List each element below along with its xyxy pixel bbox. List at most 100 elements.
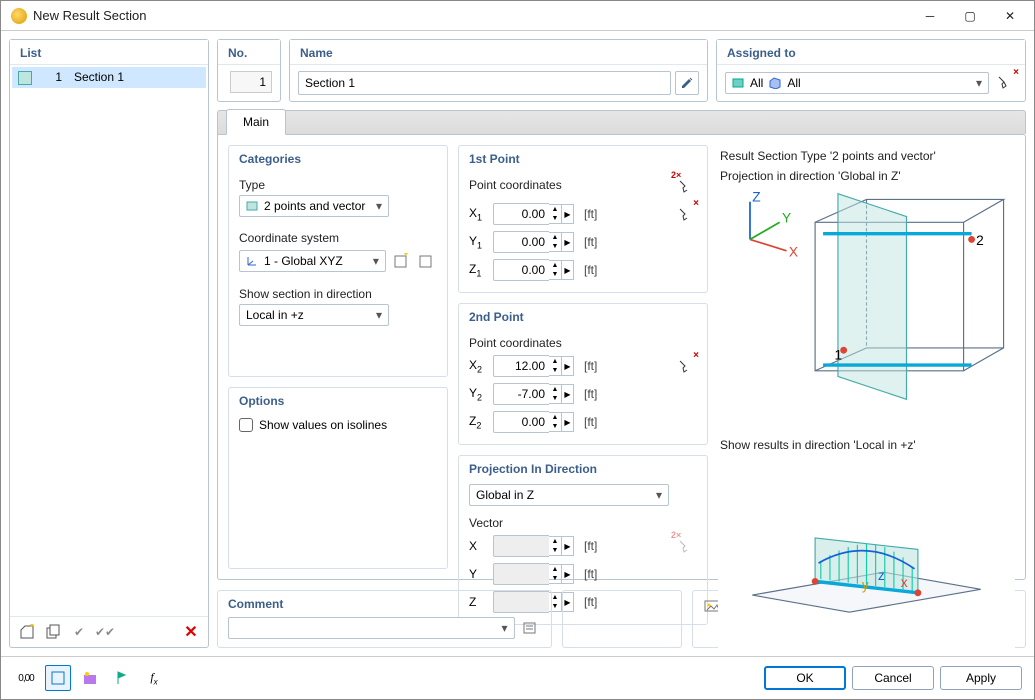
type-label: Type: [239, 178, 437, 192]
assigned-pick-button[interactable]: [993, 71, 1017, 95]
chevron-down-icon: ▾: [376, 199, 382, 213]
preview-title-1: Result Section Type '2 points and vector…: [718, 145, 1015, 169]
y2-spinner[interactable]: ▲▼: [549, 384, 562, 404]
show-direction-select[interactable]: Local in +z ▾: [239, 304, 389, 326]
new-item-button[interactable]: [16, 621, 38, 643]
surface-icon: [732, 77, 744, 89]
point1-header: 1st Point: [459, 146, 707, 170]
name-input[interactable]: [298, 71, 671, 95]
pick-point2-button[interactable]: [673, 354, 697, 378]
no-panel: No. 1: [217, 39, 281, 102]
z1-input[interactable]: [493, 259, 549, 281]
tab-strip: Main: [217, 110, 1026, 134]
apply-button[interactable]: Apply: [940, 666, 1022, 690]
cancel-button[interactable]: Cancel: [852, 666, 934, 690]
new-coord-button[interactable]: [390, 250, 412, 272]
delete-button[interactable]: ✕: [180, 621, 202, 643]
app-icon: [11, 8, 27, 24]
render-button[interactable]: [77, 665, 103, 691]
isolines-checkbox[interactable]: [239, 418, 253, 432]
accept-button[interactable]: ✔: [68, 621, 90, 643]
list-item[interactable]: 1 Section 1: [12, 67, 206, 88]
x2-spinner[interactable]: ▲▼: [549, 356, 562, 376]
minimize-button[interactable]: ─: [910, 2, 950, 30]
z1-menu[interactable]: ▶: [562, 260, 574, 280]
chevron-down-icon: ▾: [976, 76, 982, 90]
comment-input[interactable]: ▾: [228, 617, 515, 639]
z2-input[interactable]: [493, 411, 549, 433]
coord-system-select[interactable]: 1 - Global XYZ ▾: [239, 250, 386, 272]
maximize-button[interactable]: ▢: [950, 2, 990, 30]
function-button[interactable]: fx: [141, 665, 167, 691]
ok-button[interactable]: OK: [764, 666, 846, 690]
list-panel: List 1 Section 1 ✔ ✔✔ ✕: [9, 39, 209, 648]
chevron-down-icon: ▾: [373, 254, 379, 268]
point1-coords-label: Point coordinates: [469, 178, 673, 195]
no-label: No.: [218, 40, 280, 65]
list-item-name: Section 1: [68, 67, 206, 88]
y2-menu[interactable]: ▶: [562, 384, 574, 404]
dialog-window: New Result Section ─ ▢ ✕ List 1 Section …: [0, 0, 1035, 700]
pick-point1-button[interactable]: [673, 202, 697, 226]
chevron-down-icon: ▾: [376, 308, 382, 322]
x1-spinner[interactable]: ▲▼: [549, 204, 562, 224]
copy-item-button[interactable]: [42, 621, 64, 643]
x1-input[interactable]: [493, 203, 549, 225]
solid-icon: [769, 77, 781, 89]
x2-input[interactable]: [493, 355, 549, 377]
y1-spinner[interactable]: ▲▼: [549, 232, 562, 252]
view-toggle-button[interactable]: [45, 665, 71, 691]
projection-select[interactable]: Global in Z ▾: [469, 484, 669, 506]
options-header: Options: [229, 388, 447, 412]
accept-all-button[interactable]: ✔✔: [94, 621, 116, 643]
y2-input[interactable]: [493, 383, 549, 405]
svg-text:1: 1: [835, 348, 843, 363]
name-label: Name: [290, 40, 707, 65]
vx-menu: ▶: [562, 536, 574, 556]
x1-menu[interactable]: ▶: [562, 204, 574, 224]
isolines-label: Show values on isolines: [259, 418, 387, 432]
no-value[interactable]: 1: [230, 71, 272, 93]
vx-spinner: ▲▼: [549, 536, 562, 556]
projection-header: Projection In Direction: [459, 456, 707, 480]
rename-button[interactable]: [675, 71, 699, 95]
categories-header: Categories: [229, 146, 447, 170]
chevron-down-icon: ▾: [656, 488, 662, 502]
coord-system-label: Coordinate system: [239, 231, 437, 245]
y1-input[interactable]: [493, 231, 549, 253]
show-direction-label: Show section in direction: [239, 287, 437, 301]
z2-spinner[interactable]: ▲▼: [549, 412, 562, 432]
list-toolbar: ✔ ✔✔ ✕: [10, 616, 208, 647]
type-select[interactable]: 2 points and vector ▾: [239, 195, 389, 217]
preview-3d-bottom[interactable]: z x y: [718, 458, 1015, 652]
svg-text:x: x: [901, 575, 908, 590]
list-item-num: 1: [44, 67, 68, 88]
list-body[interactable]: 1 Section 1: [10, 65, 208, 616]
vx-input: [493, 535, 549, 557]
preview-title-2: Projection in direction 'Global in Z': [718, 169, 1015, 189]
units-button[interactable]: 0,00: [13, 665, 39, 691]
svg-text:y: y: [862, 577, 869, 592]
close-button[interactable]: ✕: [990, 2, 1030, 30]
flag-button[interactable]: [109, 665, 135, 691]
y1-menu[interactable]: ▶: [562, 232, 574, 252]
svg-text:X: X: [789, 245, 798, 260]
assigned-panel: Assigned to All All ▾: [716, 39, 1026, 102]
z2-menu[interactable]: ▶: [562, 412, 574, 432]
preview-3d-top[interactable]: Z X Y: [718, 188, 1015, 428]
assigned-select[interactable]: All All ▾: [725, 72, 989, 94]
x2-menu[interactable]: ▶: [562, 356, 574, 376]
edit-coord-button[interactable]: [415, 250, 437, 272]
point2-header: 2nd Point: [459, 304, 707, 328]
pick-2points-button[interactable]: [673, 174, 697, 198]
comment-library-button[interactable]: [519, 617, 541, 639]
point2-coords-label: Point coordinates: [469, 336, 697, 350]
list-item-check-icon: [18, 71, 32, 85]
svg-text:Z: Z: [752, 190, 760, 205]
vy-input: [493, 563, 549, 585]
tab-main[interactable]: Main: [226, 109, 286, 135]
assigned-label: Assigned to: [717, 40, 1025, 65]
svg-text:Y: Y: [782, 210, 791, 225]
list-header: List: [10, 40, 208, 65]
z1-spinner[interactable]: ▲▼: [549, 260, 562, 280]
